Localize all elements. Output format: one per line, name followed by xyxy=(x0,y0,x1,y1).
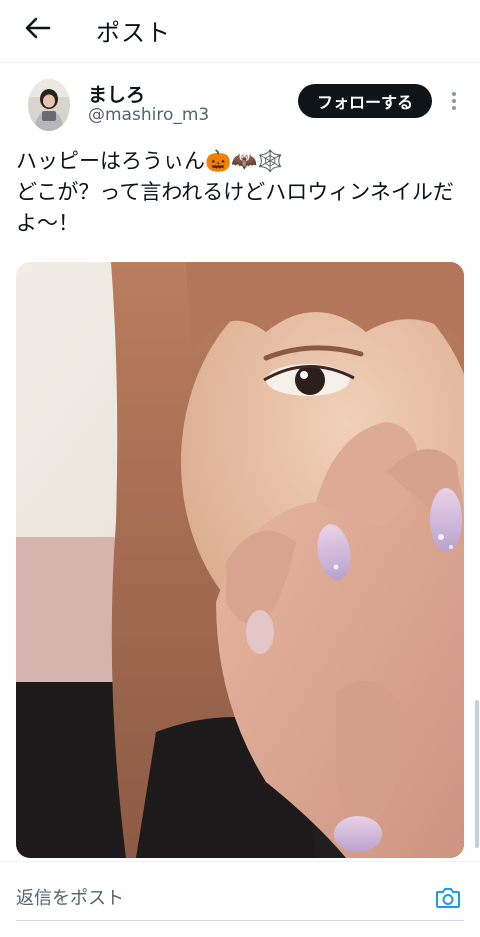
reply-input[interactable] xyxy=(16,882,416,914)
reply-input-underline xyxy=(16,920,464,921)
avatar[interactable] xyxy=(28,79,70,131)
more-options-button[interactable] xyxy=(444,88,464,114)
follow-button[interactable]: フォローする xyxy=(298,84,432,118)
camera-button[interactable] xyxy=(434,884,462,912)
tweet-photo[interactable] xyxy=(16,262,464,858)
author-display-name[interactable]: ましろ xyxy=(88,80,145,107)
author-handle[interactable]: @mashiro_m3 xyxy=(88,105,209,125)
page-title: ポスト xyxy=(96,19,171,47)
arrow-left-icon xyxy=(25,17,51,39)
top-bar: ポスト xyxy=(0,0,480,63)
tweet-text: ハッピーはろうぃん🎃🦇🕸️ どこが？って言われるけどハロウィンネイルだよ〜！ xyxy=(16,149,454,235)
back-button[interactable] xyxy=(16,10,60,46)
reply-bar xyxy=(0,861,480,937)
vertical-dots-icon xyxy=(452,92,456,110)
photo-image xyxy=(16,262,464,858)
scrollbar[interactable] xyxy=(475,700,479,848)
camera-icon xyxy=(436,888,460,908)
post-detail-screen: ポスト ましろ @mashiro_m3 フォローする ハッピーはろうぃん🎃🦇🕸️… xyxy=(0,0,480,937)
avatar-image xyxy=(28,79,70,131)
